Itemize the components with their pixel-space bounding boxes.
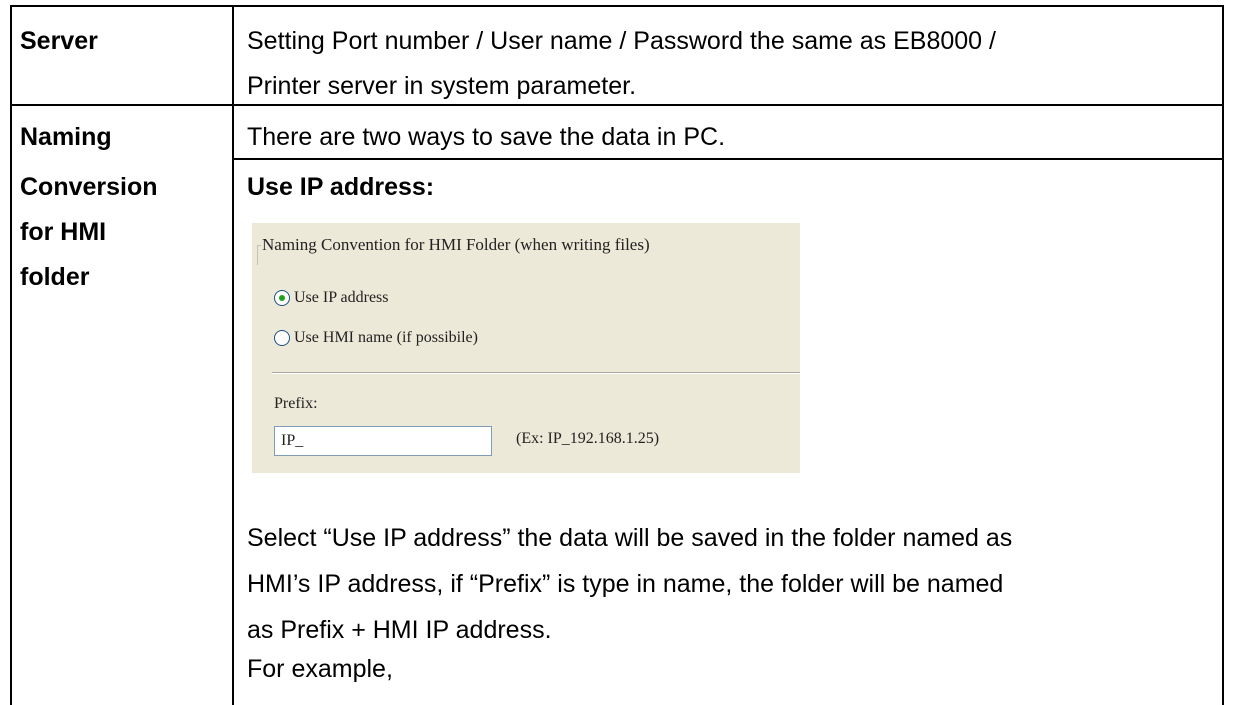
naming-para-line3: as Prefix + HMI IP address.	[247, 616, 552, 644]
naming-label-line3: for HMI	[20, 218, 107, 246]
radio-dot-icon	[279, 295, 285, 301]
column-divider	[232, 5, 234, 705]
radio-use-ip-label: Use IP address	[294, 289, 389, 306]
row-divider	[10, 104, 1224, 106]
naming-label-line1: Naming	[20, 123, 112, 151]
naming-label-line2: Conversion	[20, 173, 158, 201]
radio-use-ip-address[interactable]: Use IP address	[274, 287, 389, 309]
naming-para-line1: Select “Use IP address” the data will be…	[247, 524, 1013, 552]
prefix-input[interactable]: IP_	[274, 426, 492, 456]
separator-highlight	[272, 373, 800, 374]
group-frame-left	[257, 245, 258, 265]
naming-heading: Use IP address:	[247, 173, 435, 201]
server-desc-line2: Printer server in system parameter.	[247, 72, 637, 100]
inner-row-divider	[232, 158, 1224, 160]
naming-convention-dialog: Naming Convention for HMI Folder (when w…	[252, 223, 800, 473]
naming-para-line4: For example,	[247, 655, 393, 683]
radio-use-hmi-name[interactable]: Use HMI name (if possibile)	[274, 327, 478, 349]
table-border-top	[10, 5, 1224, 7]
prefix-label: Prefix:	[274, 395, 318, 412]
server-desc-line1: Setting Port number / User name / Passwo…	[247, 27, 996, 55]
naming-para-line2: HMI’s IP address, if “Prefix” is type in…	[247, 570, 1004, 598]
naming-intro: There are two ways to save the data in P…	[247, 123, 726, 151]
naming-label-line4: folder	[20, 263, 90, 291]
radio-use-hmi-label: Use HMI name (if possibile)	[294, 329, 478, 346]
server-label: Server	[20, 27, 98, 55]
table-border-right	[1222, 5, 1224, 705]
prefix-example: (Ex: IP_192.168.1.25)	[516, 430, 660, 447]
radio-selected-icon[interactable]	[274, 290, 290, 306]
radio-unselected-icon[interactable]	[274, 330, 290, 346]
group-title: Naming Convention for HMI Folder (when w…	[262, 235, 650, 254]
table-border-left	[10, 5, 12, 705]
